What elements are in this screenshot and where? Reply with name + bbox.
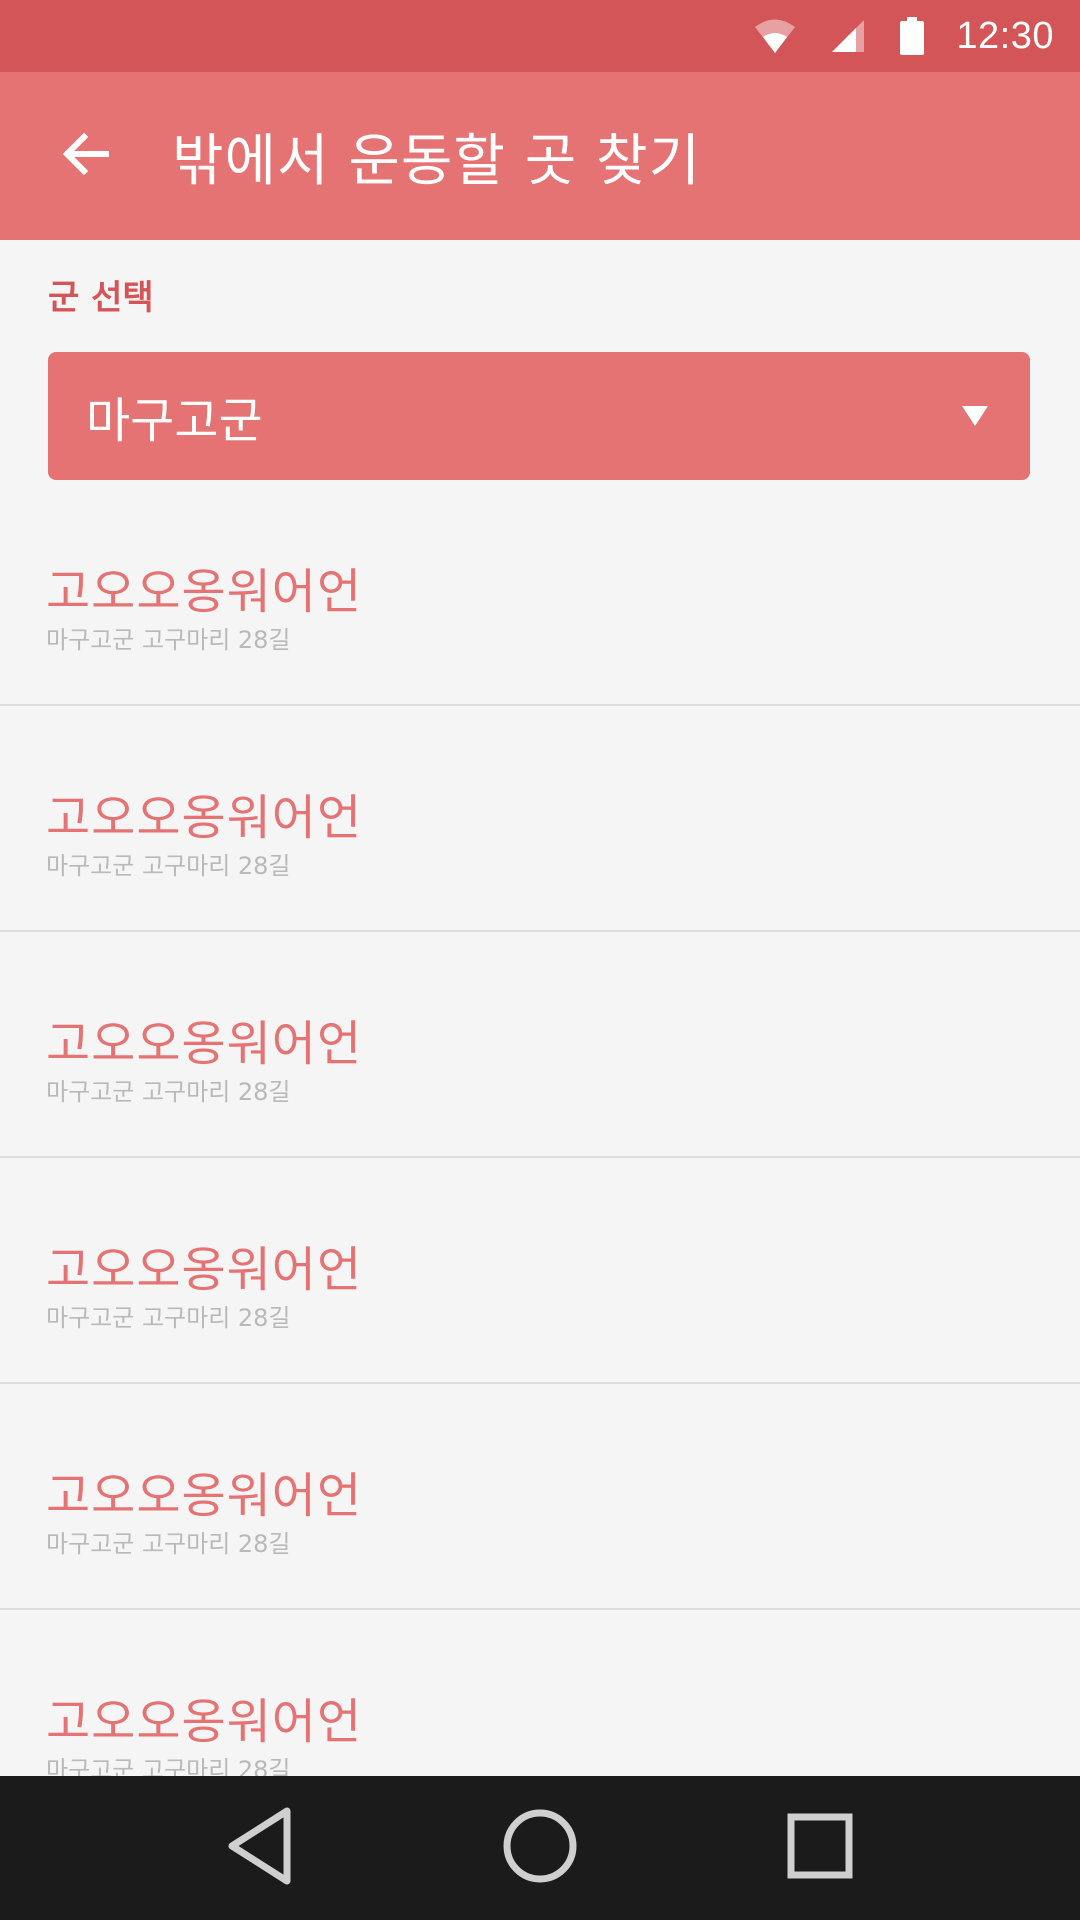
list-item[interactable]: 고오오옹워어언 마구고군 고구마리 28길 <box>0 480 1080 706</box>
cell-signal-icon <box>830 18 866 54</box>
battery-icon <box>900 17 925 55</box>
back-button[interactable] <box>40 111 130 201</box>
list-item[interactable]: 고오오옹워어언 마구고군 고구마리 28길 <box>0 1384 1080 1610</box>
district-dropdown[interactable]: 마구고군 <box>48 352 1030 480</box>
nav-back-button[interactable] <box>210 1798 310 1898</box>
triangle-down-icon <box>962 406 988 426</box>
wifi-icon <box>754 18 796 54</box>
back-triangle-icon <box>224 1806 296 1890</box>
place-name: 고오오옹워어언 <box>46 1468 363 1524</box>
screen: 12:30 밖에서 운동할 곳 찾기 군 선택 마구고군 고오오옹워어언 마구고… <box>0 0 1080 1920</box>
district-dropdown-value: 마구고군 <box>86 393 263 449</box>
content: 군 선택 마구고군 고오오옹워어언 마구고군 고구마리 28길 고오오옹워어언 … <box>0 240 1080 1776</box>
place-address: 마구고군 고구마리 28길 <box>46 1304 291 1332</box>
nav-home-button[interactable] <box>490 1798 590 1898</box>
place-name: 고오오옹워어언 <box>46 1016 363 1072</box>
home-circle-icon <box>500 1806 580 1890</box>
place-name: 고오오옹워어언 <box>46 1242 363 1298</box>
place-address: 마구고군 고구마리 28길 <box>46 1530 291 1558</box>
nav-recents-button[interactable] <box>770 1798 870 1898</box>
list-item[interactable]: 고오오옹워어언 마구고군 고구마리 28길 <box>0 1158 1080 1384</box>
place-name: 고오오옹워어언 <box>46 790 363 846</box>
place-address: 마구고군 고구마리 28길 <box>46 852 291 880</box>
place-address: 마구고군 고구마리 28길 <box>46 1078 291 1106</box>
navigation-bar <box>0 1776 1080 1920</box>
recents-square-icon <box>785 1811 855 1885</box>
place-list: 고오오옹워어언 마구고군 고구마리 28길 고오오옹워어언 마구고군 고구마리 … <box>0 480 1080 1776</box>
status-time: 12:30 <box>956 14 1054 57</box>
list-item[interactable]: 고오오옹워어언 마구고군 고구마리 28길 <box>0 932 1080 1158</box>
district-select-label: 군 선택 <box>48 278 154 318</box>
list-item[interactable]: 고오오옹워어언 마구고군 고구마리 28길 <box>0 1610 1080 1776</box>
place-address: 마구고군 고구마리 28길 <box>46 1756 291 1776</box>
place-name: 고오오옹워어언 <box>46 1694 363 1750</box>
list-item[interactable]: 고오오옹워어언 마구고군 고구마리 28길 <box>0 706 1080 932</box>
status-bar: 12:30 <box>0 0 1080 72</box>
app-bar: 밖에서 운동할 곳 찾기 <box>0 72 1080 240</box>
arrow-left-icon <box>60 129 110 183</box>
place-name: 고오오옹워어언 <box>46 564 363 620</box>
place-address: 마구고군 고구마리 28길 <box>46 626 291 654</box>
page-title: 밖에서 운동할 곳 찾기 <box>172 128 702 194</box>
